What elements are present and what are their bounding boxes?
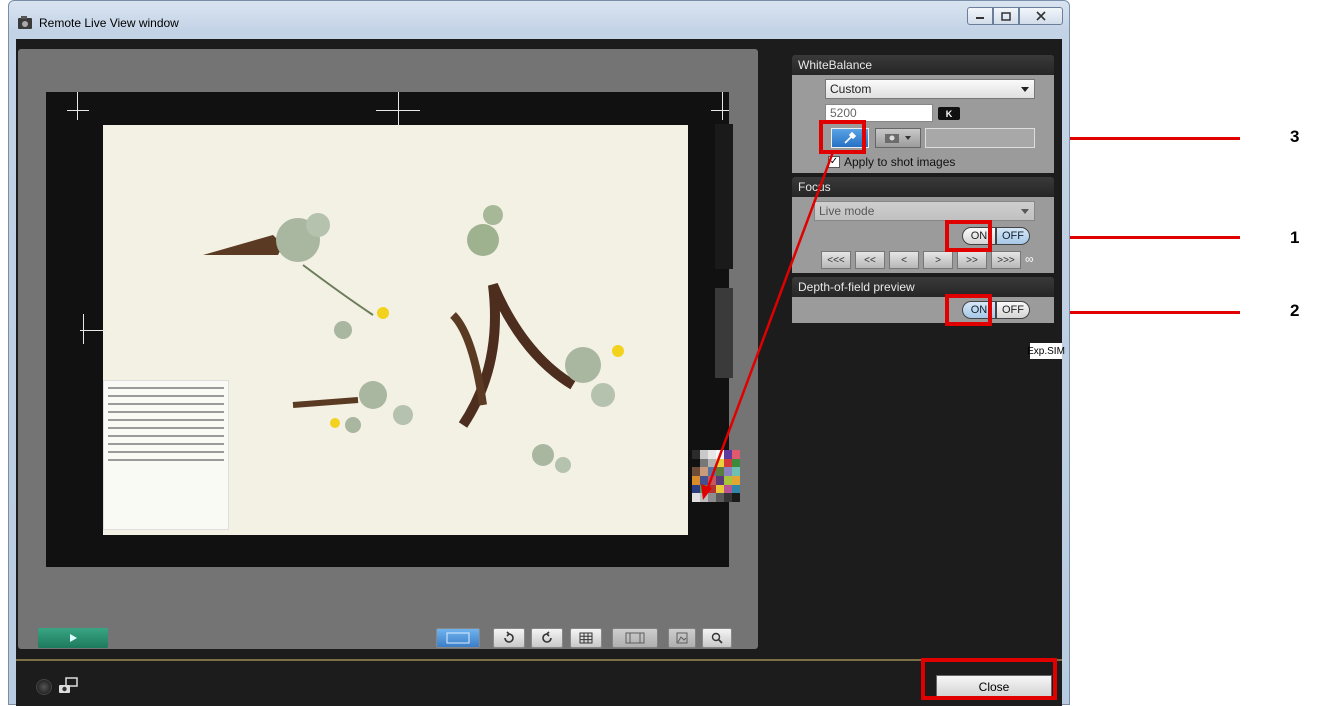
label-text-line — [108, 419, 224, 421]
chevron-down-icon — [1021, 209, 1029, 214]
highlight-dof-on — [945, 294, 992, 326]
status-bar: Close — [16, 659, 1062, 706]
highlight-eyedropper — [819, 120, 866, 154]
minimize-icon — [976, 17, 984, 19]
label-text-line — [108, 443, 224, 445]
close-icon — [1036, 11, 1046, 21]
infinity-icon: ∞ — [1025, 252, 1034, 266]
window-close-button[interactable] — [1019, 7, 1063, 25]
wb-shift-button[interactable] — [875, 128, 921, 148]
highlight-focus-on — [945, 220, 992, 252]
focus-off-button[interactable]: OFF — [996, 227, 1030, 245]
callout-line-1 — [1070, 236, 1240, 239]
status-indicator-icon — [36, 679, 52, 695]
dof-preview-title: Depth-of-field preview — [798, 280, 915, 294]
focus-mode-select[interactable]: Live mode — [814, 201, 1035, 221]
rotate-left-button[interactable] — [493, 628, 525, 648]
label-text-line — [108, 427, 224, 429]
camera-connection-icon — [59, 677, 78, 693]
dof-off-button[interactable]: OFF — [996, 301, 1030, 319]
magnifier-icon — [711, 632, 723, 644]
af-frame-marker — [711, 110, 729, 111]
measurement-ruler — [715, 124, 733, 269]
live-view-preview-area — [18, 49, 758, 649]
label-text-line — [108, 451, 224, 453]
maximize-button[interactable] — [993, 7, 1019, 25]
label-text-line — [108, 387, 224, 389]
highlight-close-button — [921, 658, 1057, 700]
aspect-overlay-button[interactable] — [612, 628, 658, 648]
rotate-right-button[interactable] — [531, 628, 563, 648]
picture-display-button[interactable] — [668, 628, 696, 648]
apply-to-shot-checkbox[interactable]: ✓ — [828, 156, 840, 168]
zoom-button[interactable] — [702, 628, 732, 648]
color-temperature-value: 5200 — [830, 106, 857, 120]
focus-near-medium-button[interactable]: << — [855, 251, 885, 269]
focus-far-medium-button[interactable]: >> — [957, 251, 987, 269]
exposure-simulation-badge: Exp.SIM — [1027, 343, 1065, 359]
callout-number-2: 2 — [1290, 301, 1300, 320]
focus-mode-value: Live mode — [819, 204, 875, 218]
focus-header: Focus — [792, 177, 1054, 197]
af-frame-marker — [77, 92, 78, 120]
window-controls — [967, 7, 1063, 25]
gardens-logo-strip — [715, 288, 733, 378]
af-frame-marker — [398, 92, 399, 128]
grid-button[interactable] — [570, 628, 602, 648]
focus-drive-buttons: <<< << < > >> >>> ∞ — [821, 251, 1056, 269]
wb-shift-icon — [885, 134, 911, 143]
focus-title: Focus — [798, 180, 831, 194]
frame-ratio-icon — [446, 632, 470, 644]
camera-app-icon — [18, 16, 32, 29]
focus-far-small-button[interactable]: > — [923, 251, 953, 269]
color-calibration-card — [692, 450, 740, 502]
dof-preview-header: Depth-of-field preview — [792, 277, 1054, 297]
label-text-line — [108, 459, 224, 461]
remote-live-view-window: Remote Live View window WhiteBalance Cus… — [8, 0, 1070, 706]
grid-icon — [579, 632, 593, 644]
chevron-down-icon — [1021, 87, 1029, 92]
image-icon — [676, 632, 688, 644]
callout-line-2 — [1070, 311, 1240, 314]
label-text-line — [108, 435, 224, 437]
focus-far-large-button[interactable]: >>> — [991, 251, 1021, 269]
white-balance-header: WhiteBalance — [792, 55, 1054, 75]
kelvin-unit-badge: K — [938, 107, 960, 120]
white-balance-value: Custom — [830, 82, 872, 96]
af-frame-marker — [67, 110, 89, 111]
wb-shift-field — [925, 128, 1035, 148]
callout-number-1: 1 — [1290, 228, 1300, 247]
rotate-right-icon — [542, 631, 552, 643]
label-text-line — [108, 403, 224, 405]
live-view-image[interactable] — [46, 92, 740, 567]
af-frame-marker — [722, 92, 723, 120]
window-title: Remote Live View window — [39, 16, 179, 30]
preview-toolbar — [18, 614, 758, 650]
callout-number-3: 3 — [1290, 127, 1300, 146]
title-bar: Remote Live View window — [9, 1, 1069, 39]
focus-near-large-button[interactable]: <<< — [821, 251, 851, 269]
play-icon — [70, 634, 77, 642]
herbarium-specimen-sheet — [103, 125, 688, 535]
callout-line-3 — [1070, 137, 1240, 140]
apply-to-shot-label: Apply to shot images — [844, 155, 956, 169]
label-text-line — [108, 411, 224, 413]
specimen-label — [103, 380, 229, 530]
rotate-left-icon — [504, 631, 514, 643]
white-balance-select[interactable]: Custom — [825, 79, 1035, 99]
window-client-area: WhiteBalance Custom 5200 K ✓ Apply to sh… — [16, 39, 1065, 706]
aspect-overlay-icon — [625, 632, 645, 644]
dof-preview-body: ON OFF — [792, 297, 1054, 323]
ratio-select-button[interactable] — [436, 628, 480, 648]
focus-near-small-button[interactable]: < — [889, 251, 919, 269]
focus-body: Live mode ON OFF <<< << < > >> >>> ∞ — [792, 197, 1054, 273]
label-text-line — [108, 395, 224, 397]
white-balance-title: WhiteBalance — [798, 58, 873, 72]
play-button[interactable] — [38, 628, 108, 648]
maximize-icon — [1001, 11, 1011, 21]
minimize-button[interactable] — [967, 7, 993, 25]
af-frame-marker — [83, 314, 84, 344]
